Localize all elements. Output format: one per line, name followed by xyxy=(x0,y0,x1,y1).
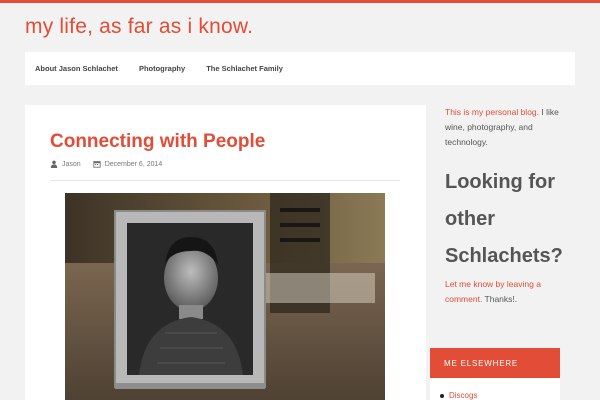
nav-item-photography[interactable]: Photography xyxy=(139,64,185,73)
framed-portrait-image xyxy=(65,193,385,400)
post-date[interactable]: December 6, 2014 xyxy=(105,161,163,168)
widget-title: ME ELSEWHERE xyxy=(430,348,560,378)
post-title[interactable]: Connecting with People xyxy=(50,131,265,153)
site-title[interactable]: my life, as far as i know. xyxy=(25,15,253,39)
sidebar-intro: This is my personal blog. I like wine, p… xyxy=(445,105,575,150)
post-divider xyxy=(50,180,400,181)
widget-body: Discogs xyxy=(430,378,560,400)
post-photo xyxy=(65,193,385,400)
top-accent-bar xyxy=(0,0,600,3)
widget-link-discogs[interactable]: Discogs xyxy=(440,391,477,400)
bullet-icon xyxy=(440,393,444,398)
widget-link-label[interactable]: Discogs xyxy=(449,391,477,400)
sidebar-heading: Looking for other Schlachets? xyxy=(445,171,563,267)
post-panel: Connecting with People Jason December 6,… xyxy=(25,105,426,400)
post-meta: Jason December 6, 2014 xyxy=(50,160,162,168)
personal-blog-link[interactable]: This is my personal blog. xyxy=(445,107,539,117)
calendar-icon xyxy=(93,161,101,168)
sidebar-contact-text: Let me know by leaving a comment. Thanks… xyxy=(445,277,575,307)
main-navigation: About Jason Schlachet Photography The Sc… xyxy=(25,52,575,85)
sidebar: This is my personal blog. I like wine, p… xyxy=(445,105,575,307)
nav-item-about[interactable]: About Jason Schlachet xyxy=(35,64,118,73)
thanks-text: Thanks!. xyxy=(482,294,518,304)
nav-item-family[interactable]: The Schlachet Family xyxy=(206,64,283,73)
user-icon xyxy=(50,160,58,168)
post-author[interactable]: Jason xyxy=(62,161,81,168)
